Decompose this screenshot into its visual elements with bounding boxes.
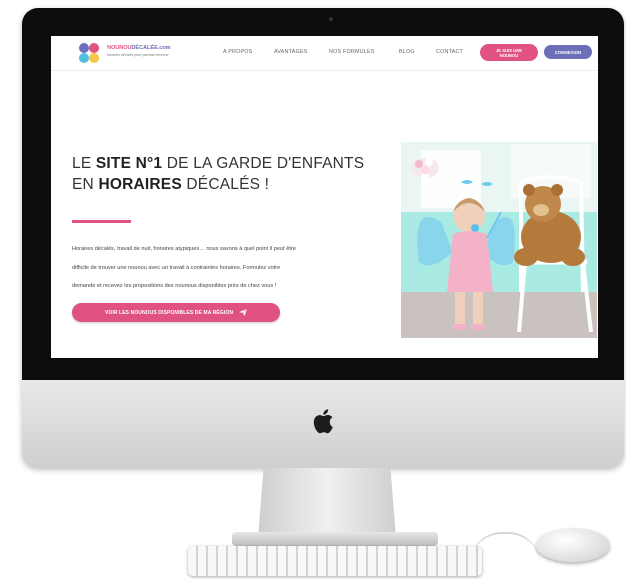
- mouse: [536, 528, 610, 562]
- apple-logo-icon: [313, 409, 333, 434]
- title-part: DÉCALÉS !: [181, 176, 270, 193]
- paper-plane-icon: [239, 309, 248, 316]
- logo-suffix: DÉCALÉE.com: [131, 45, 171, 51]
- nounou-button-line2: NOUNOU: [499, 52, 519, 58]
- camera: [329, 17, 333, 21]
- nav-item-contact[interactable]: CONTACT: [436, 49, 463, 55]
- hero-photo: [401, 142, 597, 338]
- imac-stand: [258, 468, 396, 538]
- pink-divider: [72, 220, 131, 223]
- keyboard: [188, 546, 482, 576]
- nav-item-nos-formules[interactable]: NOS FORMULES: [329, 49, 375, 55]
- hero-text-line: Horaires décalés, travail de nuit, horai…: [72, 246, 296, 252]
- hero-description: Horaires décalés, travail de nuit, horai…: [72, 240, 362, 296]
- hero-text-line: difficile de trouver une nounou avec un …: [72, 264, 281, 271]
- imac-stand-foot: [232, 532, 438, 546]
- title-part: DE LA GARDE D'ENFANTS: [162, 155, 365, 172]
- title-part: EN: [72, 176, 99, 193]
- title-bold: HORAIRES: [98, 176, 182, 193]
- top-navbar: NOUNOUDÉCALÉE.com horaires décalés pour …: [51, 36, 598, 71]
- je-suis-une-nounou-button[interactable]: JE SUIS UNE NOUNOU: [480, 44, 538, 61]
- nav-item-blog[interactable]: BLOG: [399, 49, 415, 55]
- nounou-button-line1: JE SUIS UNE: [495, 47, 523, 53]
- logo-text[interactable]: NOUNOUDÉCALÉE.com: [107, 45, 171, 51]
- cta-label: VOIR LES NOUNOUS DISPONIBLES DE MA RÉGIO…: [104, 309, 234, 316]
- title-part: LE: [72, 155, 96, 172]
- logo-brand: NOUNOU: [107, 45, 132, 51]
- nav-item-a-propos[interactable]: A PROPOS: [223, 49, 252, 55]
- website-screen: NOUNOUDÉCALÉE.com horaires décalés pour …: [51, 36, 598, 358]
- voir-nounous-button[interactable]: VOIR LES NOUNOUS DISPONIBLES DE MA RÉGIO…: [72, 303, 280, 322]
- logo-icon[interactable]: [79, 43, 99, 63]
- nav-item-avantages[interactable]: AVANTAGES: [274, 49, 308, 55]
- title-bold: SITE N°1: [95, 155, 163, 172]
- logo-tagline: horaires décalés pour parents heureux: [107, 53, 169, 57]
- hero-title: LE SITE N°1 DE LA GARDE D'ENFANTS EN HOR…: [72, 153, 392, 195]
- connexion-button[interactable]: CONNEXION: [544, 45, 592, 59]
- hero-text-line: demande et recevez les propositions des …: [72, 283, 277, 289]
